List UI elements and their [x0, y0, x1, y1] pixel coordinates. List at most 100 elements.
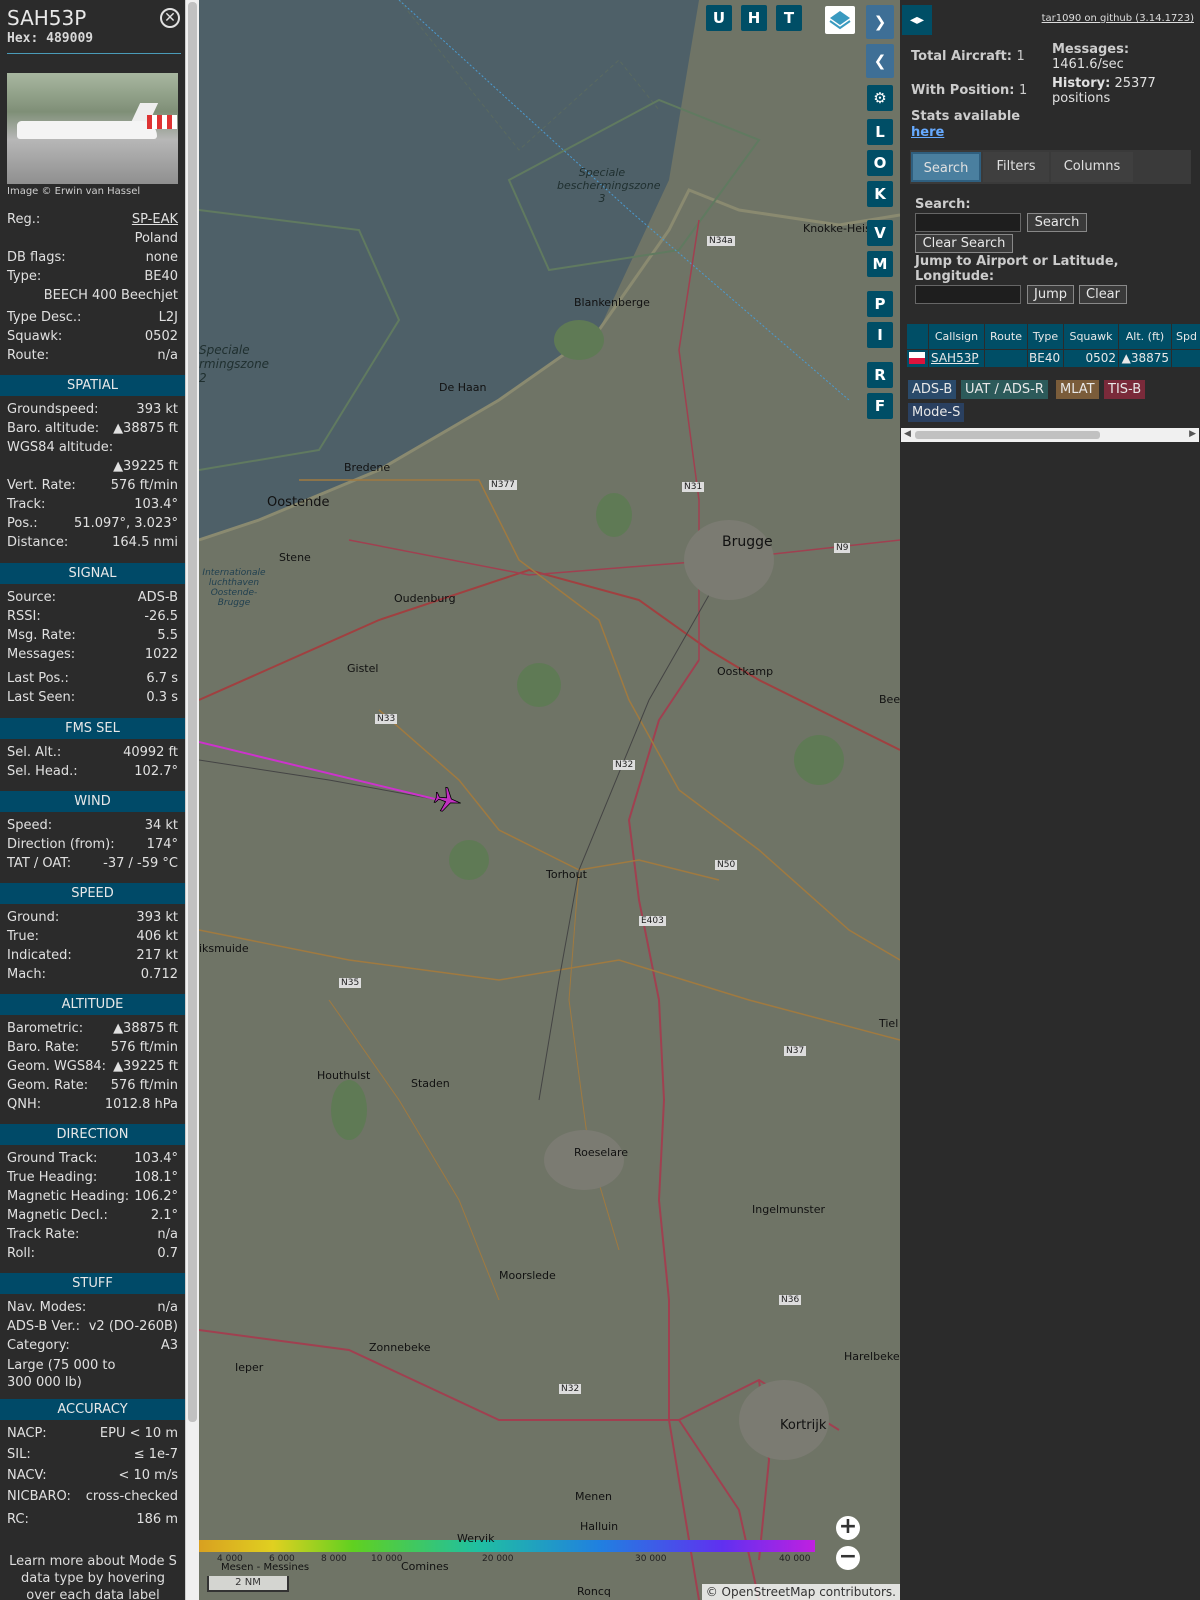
road-shield: N33	[375, 714, 398, 724]
legend-modes[interactable]: Mode-S	[908, 403, 965, 422]
section-speed: SPEED	[0, 883, 185, 904]
table-header[interactable]: Callsign	[929, 324, 984, 349]
table-header[interactable]: Route	[985, 324, 1027, 349]
legend-adsb[interactable]: ADS-B	[908, 380, 957, 399]
place-label: Gistel	[347, 662, 379, 675]
aircraft-callsign: SAH53P	[7, 6, 87, 30]
registration-link[interactable]: SP-EAK	[132, 212, 178, 227]
jump-button[interactable]: Jump	[1027, 285, 1074, 304]
aircraft-hex: Hex: 489009	[7, 31, 94, 46]
section-stuff: STUFF	[0, 1273, 185, 1294]
info-type: Type: BE40	[7, 269, 178, 284]
map-button-u[interactable]: U	[706, 5, 732, 31]
map-attribution[interactable]: © OpenStreetMap contributors.	[701, 1584, 900, 1600]
table-header[interactable]: Alt. (ft)	[1119, 324, 1171, 349]
road-shield: N35	[339, 978, 362, 988]
github-link[interactable]: tar1090 on github (3.14.1723)	[1042, 13, 1194, 24]
place-label: Kortrijk	[780, 1418, 827, 1433]
clear-button[interactable]: Clear	[1079, 285, 1127, 304]
map-button-l[interactable]: L	[867, 119, 893, 145]
info-country: Poland	[134, 231, 178, 246]
place-label: Blankenberge	[574, 296, 650, 309]
place-label: Torhout	[546, 868, 587, 881]
place-label: Staden	[411, 1077, 450, 1090]
map-button-r[interactable]: R	[867, 362, 893, 388]
section-accuracy: ACCURACY	[0, 1399, 185, 1420]
tab-search[interactable]: Search	[911, 152, 981, 182]
stats-label: Stats available	[911, 109, 1021, 124]
photo-caption: Image © Erwin van Hassel	[7, 186, 141, 197]
clear-search-button[interactable]: Clear Search	[915, 234, 1013, 253]
table-horizontal-scrollbar[interactable]: ◀ ▶	[901, 428, 1199, 442]
place-label: Oostkamp	[717, 665, 774, 678]
altitude-scale-label: 30 000	[635, 1554, 667, 1564]
section-wind: WIND	[0, 791, 185, 812]
map-button-m[interactable]: M	[867, 251, 893, 277]
zoom-out-icon[interactable]: −	[836, 1546, 860, 1570]
aircraft-photo[interactable]	[7, 73, 178, 184]
place-label: Roeselare	[574, 1146, 628, 1159]
zone-label: Speciale rmingszone 2	[199, 343, 270, 385]
section-altitude: ALTITUDE	[0, 994, 185, 1015]
map[interactable]: Oostende Brugge Blankenberge De Haan Bre…	[199, 0, 900, 1600]
altitude-scale-label: 4 000	[217, 1554, 243, 1564]
legend-uat[interactable]: UAT / ADS-R	[961, 380, 1048, 399]
zoom-in-icon[interactable]: +	[836, 1516, 860, 1540]
aircraft-icon[interactable]	[433, 786, 464, 815]
place-label: Bredene	[344, 461, 391, 474]
divider	[7, 53, 181, 54]
place-label: Wervik	[457, 1532, 495, 1545]
map-button-t[interactable]: T	[776, 5, 802, 31]
tab-filters[interactable]: Filters	[983, 152, 1049, 182]
road-shield: N9	[834, 543, 851, 553]
road-shield: N36	[779, 1295, 802, 1305]
altitude-scale-label: 10 000	[371, 1554, 403, 1564]
place-label: Stene	[279, 551, 311, 564]
split-toggle-icon[interactable]: ◂▸	[902, 5, 932, 35]
place-label: De Haan	[439, 381, 487, 394]
settings-gear-icon[interactable]: ⚙	[867, 85, 893, 111]
map-button-h[interactable]: H	[741, 5, 767, 31]
place-label: Menen	[575, 1490, 612, 1503]
place-label: Comines	[401, 1560, 449, 1573]
map-button-f[interactable]: F	[867, 393, 893, 419]
road-shield: E403	[639, 916, 666, 926]
map-button-k[interactable]: K	[867, 181, 893, 207]
search-label: Search:	[915, 197, 971, 212]
layers-icon[interactable]	[825, 6, 855, 34]
map-button-v[interactable]: V	[867, 220, 893, 246]
map-button-o[interactable]: O	[867, 150, 893, 176]
table-header-flag	[907, 324, 928, 349]
aircraft-trail	[199, 741, 440, 801]
close-icon[interactable]: ✕	[160, 8, 180, 28]
table-header[interactable]: Squawk	[1064, 324, 1118, 349]
row-callsign[interactable]: SAH53P	[929, 350, 984, 367]
collapse-left-icon[interactable]: ❮	[866, 44, 894, 78]
table-header[interactable]: Spd	[1172, 324, 1200, 349]
messages-label: Messages:	[1052, 42, 1130, 57]
table-header[interactable]: Type	[1028, 324, 1063, 349]
category-desc: Large (75 000 to 300 000 lb)	[7, 1358, 116, 1390]
jump-input[interactable]	[915, 285, 1021, 304]
map-canvas	[199, 0, 900, 1600]
row-spd	[1172, 350, 1200, 367]
section-direction: DIRECTION	[0, 1124, 185, 1145]
search-input[interactable]	[915, 213, 1021, 232]
legend-tisb[interactable]: TIS-B	[1104, 380, 1146, 399]
place-label: Ingelmunster	[752, 1203, 826, 1216]
place-label: Oostende	[267, 495, 330, 510]
tab-columns[interactable]: Columns	[1051, 152, 1133, 182]
search-button[interactable]: Search	[1027, 213, 1087, 232]
stats-link[interactable]: here	[911, 125, 944, 140]
map-button-i[interactable]: I	[867, 322, 893, 348]
legend-mlat[interactable]: MLAT	[1056, 380, 1099, 399]
info-type-name: BEECH 400 Beechjet	[43, 288, 178, 303]
expand-right-icon[interactable]: ❯	[866, 5, 894, 39]
aircraft-info-panel: SAH53P Hex: 489009 ✕ Image © Erwin van H…	[0, 0, 185, 1600]
footer-note: Learn more about Mode S data type by hov…	[9, 1554, 177, 1600]
altitude-scale-label: 40 000	[779, 1554, 811, 1564]
left-panel-scrollbar[interactable]	[185, 0, 199, 1600]
map-button-p[interactable]: P	[867, 291, 893, 317]
info-squawk: Squawk: 0502	[7, 329, 178, 344]
road-shield: N31	[682, 482, 705, 492]
